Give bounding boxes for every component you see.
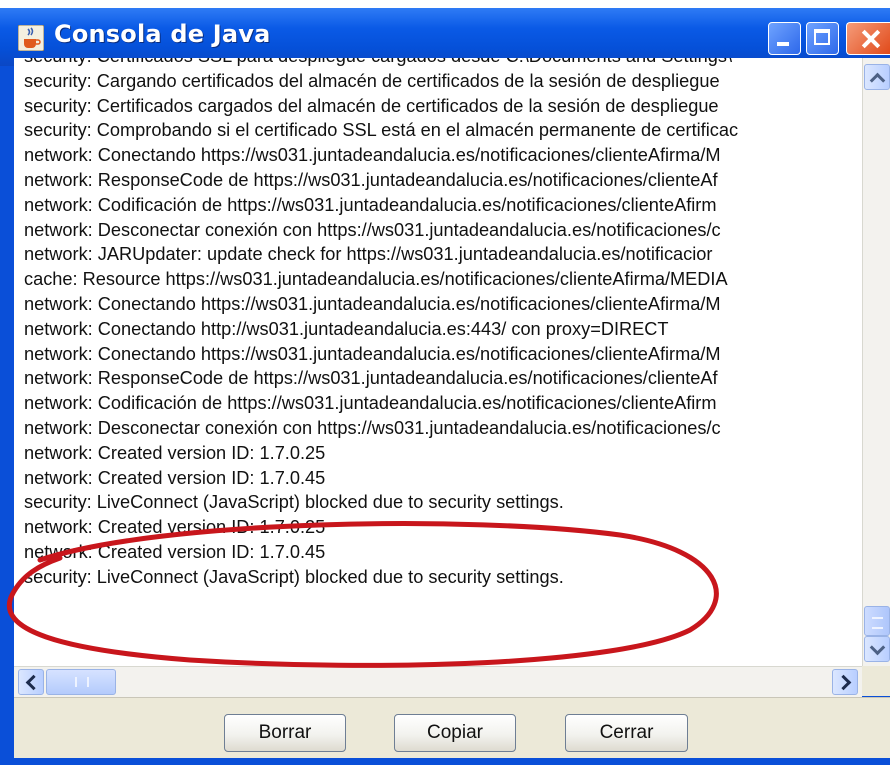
horizontal-scroll-thumb[interactable]: [46, 669, 116, 695]
window-title: Consola de Java: [54, 20, 271, 48]
log-line: security: Certificados cargados del alma…: [24, 95, 719, 116]
java-cup-icon: [18, 25, 44, 51]
log-line: network: Conectando https://ws031.juntad…: [24, 343, 721, 364]
log-line: network: Conectando https://ws031.juntad…: [24, 145, 721, 166]
scroll-right-icon[interactable]: [832, 669, 858, 695]
log-line: network: Conectando https://ws031.juntad…: [24, 293, 721, 314]
clear-button[interactable]: Borrar: [224, 714, 346, 752]
console-output[interactable]: security: Certificados SSL para desplieg…: [14, 58, 890, 696]
log-line: security: LiveConnect (JavaScript) block…: [24, 492, 564, 513]
console-log: security: Certificados SSL para desplieg…: [24, 58, 874, 590]
close-button[interactable]: Cerrar: [565, 714, 688, 752]
scroll-left-icon[interactable]: [18, 669, 44, 695]
log-line: network: JARUpdater: update check for ht…: [24, 244, 713, 265]
log-line: security: LiveConnect (JavaScript) block…: [24, 566, 564, 587]
minimize-icon[interactable]: [768, 22, 801, 55]
horizontal-scrollbar[interactable]: [14, 666, 862, 697]
close-icon[interactable]: [846, 22, 890, 55]
log-line: cache: Resource https://ws031.juntadeand…: [24, 269, 728, 290]
log-line: network: Created version ID: 1.7.0.25: [24, 517, 326, 538]
log-line: network: Created version ID: 1.7.0.45: [24, 467, 326, 488]
vertical-scroll-thumb[interactable]: [864, 606, 890, 636]
scroll-down-icon[interactable]: [864, 636, 890, 662]
button-bar: Borrar Copiar Cerrar: [14, 697, 890, 758]
log-line: security: Cargando certificados del alma…: [24, 70, 720, 91]
log-line: network: Codificación de https://ws031.j…: [24, 393, 717, 414]
log-line: network: Desconectar conexión con https:…: [24, 219, 721, 240]
log-line: network: Codificación de https://ws031.j…: [24, 194, 717, 215]
log-line: network: Conectando http://ws031.juntade…: [24, 318, 669, 339]
maximize-icon[interactable]: [806, 22, 839, 55]
log-line: network: Created version ID: 1.7.0.25: [24, 442, 326, 463]
copy-button[interactable]: Copiar: [394, 714, 516, 752]
log-line: network: ResponseCode de https://ws031.j…: [24, 368, 718, 389]
log-line: network: Desconectar conexión con https:…: [24, 417, 721, 438]
scroll-up-icon[interactable]: [864, 64, 890, 90]
log-line: security: Comprobando si el certificado …: [24, 120, 739, 141]
log-line: network: ResponseCode de https://ws031.j…: [24, 169, 718, 190]
log-line: security: Certificados SSL para desplieg…: [24, 58, 874, 69]
vertical-scrollbar[interactable]: [862, 58, 890, 666]
scroll-corner: [862, 666, 890, 696]
log-line: network: Created version ID: 1.7.0.45: [24, 541, 326, 562]
